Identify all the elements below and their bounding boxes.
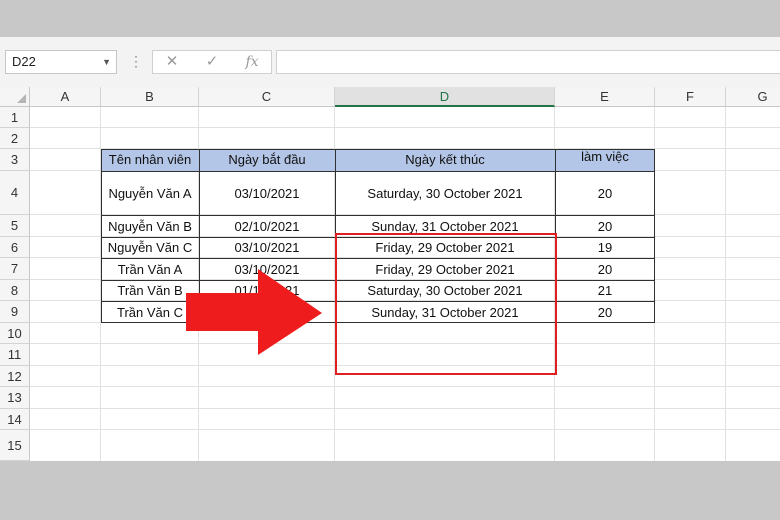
cancel-icon[interactable]: ✕ — [157, 51, 187, 73]
row-header-12[interactable]: 12 — [0, 366, 30, 387]
table-cell[interactable]: Saturday, 30 October 2021 — [335, 280, 555, 301]
table-cell[interactable]: 03/10/2021 — [199, 171, 335, 215]
table-cell[interactable]: Sunday, 31 October 2021 — [335, 301, 555, 323]
table-cell[interactable]: Nguyễn Văn B — [101, 215, 199, 237]
table-cell[interactable]: 20 — [555, 215, 655, 237]
formula-bar: D22 ▼ ⋮ ✕ ✓ fx — [0, 37, 780, 87]
row-header-10[interactable]: 10 — [0, 323, 30, 344]
more-options-icon[interactable]: ⋮ — [129, 50, 143, 74]
formula-input[interactable] — [276, 50, 780, 74]
table-header-cell[interactable]: Ngày kết thúc — [335, 149, 555, 171]
row-header-3[interactable]: 3 — [0, 149, 30, 171]
table-border — [101, 301, 655, 302]
gridline-horizontal — [30, 386, 780, 387]
table-cell[interactable]: Friday, 29 October 2021 — [335, 237, 555, 258]
table-cell[interactable]: 20 — [555, 301, 655, 323]
row-header-15[interactable]: 15 — [0, 430, 30, 461]
chevron-down-icon[interactable]: ▼ — [102, 51, 111, 73]
table-border — [101, 149, 655, 150]
gridline-horizontal — [30, 408, 780, 409]
table-cell[interactable]: Trần Văn C — [101, 301, 199, 323]
table-cell[interactable]: 20 — [555, 258, 655, 280]
table-cell[interactable]: 02/10/2021 — [199, 215, 335, 237]
table-cell[interactable]: Trần Văn A — [101, 258, 199, 280]
column-header-g[interactable]: G — [726, 87, 780, 107]
row-header-9[interactable]: 9 — [0, 301, 30, 323]
name-box-value: D22 — [12, 54, 36, 69]
table-border — [101, 237, 655, 238]
formula-buttons: ✕ ✓ fx — [152, 50, 272, 74]
gridline-horizontal — [30, 127, 780, 128]
table-header-cell[interactable]: Ngày bắt đầu — [199, 149, 335, 171]
enter-icon[interactable]: ✓ — [197, 51, 227, 73]
table-border — [101, 149, 102, 323]
table-cell[interactable]: 21 — [555, 280, 655, 301]
table-border — [101, 322, 655, 323]
table-border — [555, 149, 556, 323]
column-header-c[interactable]: C — [199, 87, 335, 107]
row-header-4[interactable]: 4 — [0, 171, 30, 215]
table-cell[interactable]: Sunday, 31 October 2021 — [335, 215, 555, 237]
table-cell[interactable]: Nguyễn Văn C — [101, 237, 199, 258]
insert-function-icon[interactable]: fx — [237, 51, 267, 73]
red-arrow-icon — [186, 269, 322, 355]
table-cell[interactable]: 20 — [555, 171, 655, 215]
table-border — [101, 215, 655, 216]
row-header-11[interactable]: 11 — [0, 344, 30, 366]
table-border — [101, 258, 655, 259]
table-cell[interactable]: Friday, 29 October 2021 — [335, 258, 555, 280]
table-header-cell[interactable]: Tên nhân viên — [101, 149, 199, 171]
column-header-d[interactable]: D — [335, 87, 555, 107]
table-border — [101, 280, 655, 281]
table-cell[interactable]: 19 — [555, 237, 655, 258]
table-cell[interactable]: Trần Văn B — [101, 280, 199, 301]
row-header-5[interactable]: 5 — [0, 215, 30, 237]
table-cell[interactable]: 03/10/2021 — [199, 237, 335, 258]
column-header-a[interactable]: A — [30, 87, 101, 107]
row-header-8[interactable]: 8 — [0, 280, 30, 301]
row-header-7[interactable]: 7 — [0, 258, 30, 280]
table-cell[interactable]: Nguyễn Văn A — [101, 171, 199, 215]
name-box[interactable]: D22 ▼ — [5, 50, 117, 74]
worksheet-grid[interactable]: ABCDEFG 1 2 3 4 5 6 7 8 9 10 11 12 13 14 15 Tên nhân v… — [0, 87, 780, 461]
table-border — [654, 149, 655, 323]
gridline-horizontal — [30, 429, 780, 430]
excel-window: D22 ▼ ⋮ ✕ ✓ fx ABCDEFG 1 2 3 4 5 6 7 8 9 10 11 12 13… — [0, 37, 780, 461]
gridline-horizontal — [30, 365, 780, 366]
row-header-2[interactable]: 2 — [0, 128, 30, 149]
table-header-cell[interactable]: Tổng số ngày làm việc — [555, 149, 655, 171]
column-header-b[interactable]: B — [101, 87, 199, 107]
select-all-corner[interactable] — [0, 87, 30, 107]
column-header-e[interactable]: E — [555, 87, 655, 107]
table-border — [101, 171, 655, 172]
row-header-14[interactable]: 14 — [0, 409, 30, 430]
row-header-13[interactable]: 13 — [0, 387, 30, 409]
gridline-horizontal — [30, 343, 780, 344]
table-border — [335, 149, 336, 323]
row-header-1[interactable]: 1 — [0, 107, 30, 128]
row-header-6[interactable]: 6 — [0, 237, 30, 258]
table-cell[interactable]: Saturday, 30 October 2021 — [335, 171, 555, 215]
column-header-f[interactable]: F — [655, 87, 726, 107]
